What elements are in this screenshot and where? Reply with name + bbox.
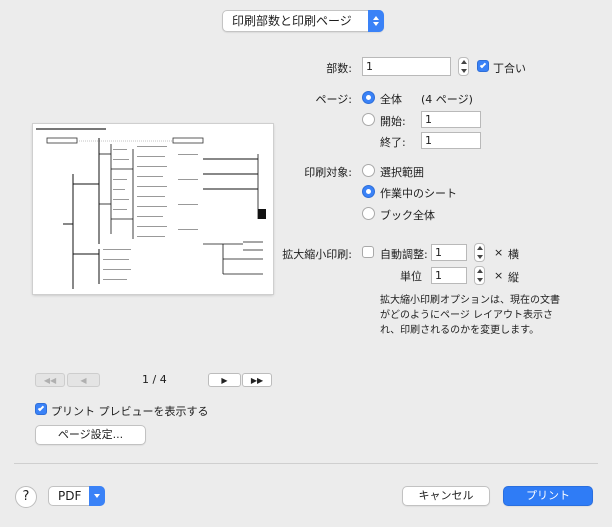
show-preview-checkbox[interactable]: [35, 403, 47, 415]
page-indicator: 1 / 4: [142, 373, 167, 386]
copies-stepper[interactable]: [458, 57, 469, 76]
footer-divider: [14, 463, 598, 464]
print-target-workbook-radio[interactable]: [362, 207, 375, 220]
pages-range-radio[interactable]: [362, 113, 375, 126]
fit-vertical-stepper[interactable]: [474, 266, 485, 285]
pages-from-label: 開始:: [380, 115, 406, 128]
print-target-active-sheet-label: 作業中のシート: [380, 187, 457, 200]
pdf-label: PDF: [58, 489, 82, 503]
print-target-selection-label: 選択範囲: [380, 166, 424, 179]
copies-input[interactable]: 1: [362, 57, 451, 76]
auto-fit-label: 自動調整:: [380, 248, 428, 261]
popup-arrows-icon: [368, 10, 384, 32]
help-button[interactable]: ?: [15, 486, 37, 508]
show-preview-label: プリント プレビューを表示する: [51, 405, 209, 418]
scaling-label: 拡大縮小印刷:: [282, 248, 352, 261]
vertical-label: 縦: [508, 271, 519, 284]
times-symbol: ×: [494, 246, 504, 259]
copies-label: 部数:: [326, 62, 352, 75]
chevron-down-icon: [89, 486, 105, 506]
preview-page-thumbnail: [36, 128, 266, 289]
pages-label: ページ:: [315, 93, 353, 106]
print-target-workbook-label: ブック全体: [380, 209, 435, 222]
next-page-button[interactable]: ▶: [208, 373, 241, 387]
horizontal-label: 横: [508, 248, 519, 261]
unit-label: 単位: [400, 270, 422, 283]
pages-to-label: 終了:: [380, 136, 406, 149]
collate-checkbox[interactable]: [477, 60, 489, 72]
times-symbol: ×: [494, 269, 504, 282]
scaling-description: 拡大縮小印刷オプションは、現在の文書がどのようにページ レイアウト表示され、印刷…: [380, 295, 560, 336]
auto-fit-checkbox[interactable]: [362, 246, 374, 258]
popup-label: 印刷部数と印刷ページ: [232, 14, 352, 28]
print-options-popup[interactable]: 印刷部数と印刷ページ: [222, 10, 384, 32]
collate-label: 丁合い: [493, 62, 526, 75]
cancel-button[interactable]: キャンセル: [402, 486, 490, 506]
print-target-label: 印刷対象:: [304, 166, 352, 179]
pages-to-input[interactable]: 1: [421, 132, 481, 149]
print-target-selection-radio[interactable]: [362, 164, 375, 177]
fit-horizontal-input[interactable]: 1: [431, 244, 467, 261]
pages-count: (4 ページ): [421, 93, 473, 106]
pages-all-radio[interactable]: [362, 91, 375, 104]
page-setup-button[interactable]: ページ設定...: [35, 425, 146, 445]
first-page-button[interactable]: ◀◀: [35, 373, 65, 387]
print-target-active-sheet-radio[interactable]: [362, 185, 375, 198]
pages-all-label: 全体: [380, 93, 402, 106]
print-button[interactable]: プリント: [503, 486, 593, 506]
fit-horizontal-stepper[interactable]: [474, 243, 485, 262]
pages-from-input[interactable]: 1: [421, 111, 481, 128]
previous-page-button[interactable]: ◀: [67, 373, 100, 387]
pdf-menu-button[interactable]: PDF: [48, 486, 105, 506]
fit-vertical-input[interactable]: 1: [431, 267, 467, 284]
print-preview: [33, 124, 273, 294]
last-page-button[interactable]: ▶▶: [242, 373, 272, 387]
